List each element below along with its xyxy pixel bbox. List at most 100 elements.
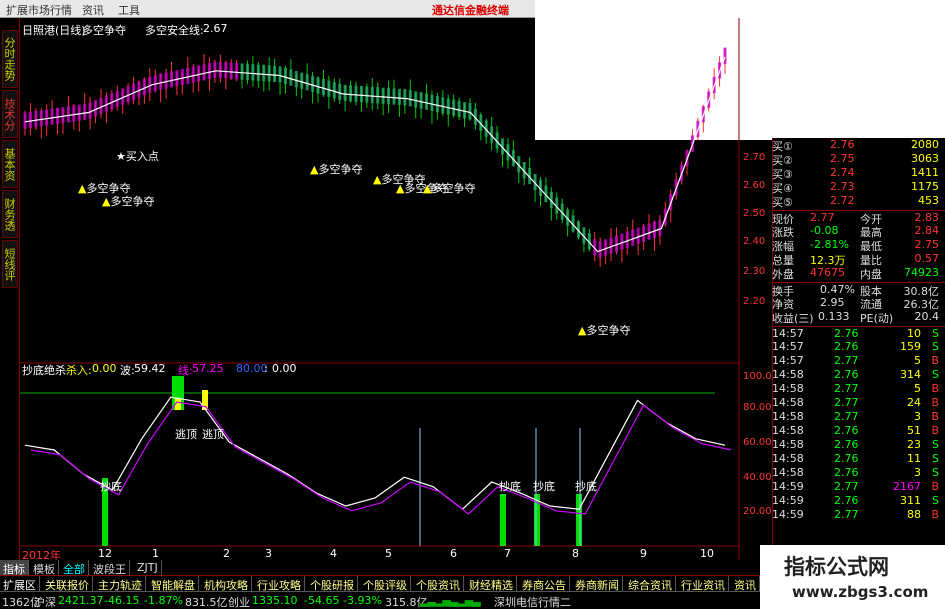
- tab-info-3[interactable]: 智能解盘: [148, 576, 199, 592]
- bid-row: 买① 2.76 2080: [772, 138, 945, 153]
- sub-chart-name: 抄底绝杀: [22, 364, 66, 377]
- tab-info-7[interactable]: 个股评级: [360, 576, 411, 592]
- tab-template[interactable]: 模板: [30, 560, 59, 576]
- tab-info-2[interactable]: 主力轨迹: [95, 576, 146, 592]
- tab-info-0[interactable]: 扩展区: [0, 576, 40, 592]
- band-segment: [278, 66, 282, 83]
- stat-row: 总量 12.3万 量比 0.57: [772, 252, 945, 267]
- tick-row: 14:58 2.76 51 B: [772, 424, 945, 437]
- tick-row: 14:57 2.76 10 S: [772, 326, 945, 340]
- band-segment: [153, 74, 157, 92]
- tick-volume: 2167: [893, 480, 921, 493]
- bid-volume: 1411: [911, 166, 939, 179]
- tab-info-9[interactable]: 财经精选: [466, 576, 517, 592]
- signal-label: ▲多空争夺: [102, 195, 155, 208]
- band-segment: [229, 62, 233, 79]
- tab-indicator[interactable]: 指标: [0, 560, 29, 576]
- stat-value: 20.4: [914, 310, 940, 323]
- tick-price: 2.76: [834, 494, 859, 507]
- band-segment: [305, 74, 309, 91]
- tab-wave-king[interactable]: 波段王: [90, 560, 130, 576]
- band-segment: [403, 89, 407, 106]
- tab-info-8[interactable]: 个股资讯: [413, 576, 464, 592]
- side-tabs: 分时走势 技术分析 基本资料 财务透视 短线评级: [0, 18, 20, 560]
- sub-y-tick: 100.0: [743, 371, 772, 382]
- sub-k-line: [24, 396, 726, 510]
- tick-price: 2.76: [834, 452, 859, 465]
- top-tag: 逃顶: [175, 428, 197, 441]
- side-tab-technical[interactable]: 技术分析: [2, 90, 18, 138]
- side-tab-rating[interactable]: 短线评级: [2, 240, 18, 288]
- tab-info-6[interactable]: 个股研报: [307, 576, 358, 592]
- y-tick: 2.50: [743, 208, 766, 219]
- x-tick: 10: [700, 547, 714, 560]
- sub-field-value: 0.00: [272, 362, 297, 375]
- band-segment: [636, 227, 640, 244]
- x-tick: 5: [385, 547, 392, 560]
- bid-row: 买④ 2.73 1175: [772, 180, 945, 195]
- stat-label: 内盘: [860, 268, 882, 281]
- signal-bar: [576, 494, 582, 546]
- band-segment: [392, 88, 396, 105]
- stat-row: 收益(三) 0.133 PE(动) 20.4: [772, 310, 945, 325]
- tick-price: 2.76: [834, 327, 859, 340]
- x-tick: 1: [152, 547, 159, 560]
- tab-info-11[interactable]: 券商新闻: [572, 576, 623, 592]
- watermark-url: www.zbgs3.com: [792, 583, 929, 601]
- band-segment: [256, 64, 260, 81]
- tick-price: 2.76: [834, 340, 859, 353]
- band-segment: [397, 88, 401, 106]
- chart-area[interactable]: 日照港(日线) 多空争夺 多空安全线: 2.67 ★买入点 ▲多空争夺 ▲多空争…: [20, 18, 740, 562]
- stat-value: 47675: [810, 266, 845, 279]
- stat-row: 净资 2.95 流通 26.3亿: [772, 296, 945, 311]
- tick-volume: 314: [900, 368, 921, 381]
- tab-zjtj[interactable]: ZJTJ: [134, 560, 162, 575]
- band-segment: [45, 109, 49, 126]
- tab-info-1[interactable]: 关联报价: [42, 576, 93, 592]
- band-segment: [294, 71, 298, 88]
- bid-row: 买③ 2.74 1411: [772, 166, 945, 181]
- band-segment: [387, 88, 391, 105]
- tab-all[interactable]: 全部: [60, 560, 89, 576]
- tab-info-5[interactable]: 行业攻略: [254, 576, 305, 592]
- tab-info-14[interactable]: 资讯: [731, 576, 760, 592]
- tab-info-10[interactable]: 券商公告: [519, 576, 570, 592]
- tab-info-4[interactable]: 机构攻略: [201, 576, 252, 592]
- tick-time: 14:57: [772, 354, 804, 367]
- tick-time: 14:57: [772, 327, 804, 340]
- bottom-tag: 抄底: [499, 480, 521, 493]
- tick-price: 2.76: [834, 466, 859, 479]
- band-segment: [642, 225, 646, 242]
- sub-field-label: 杀入:: [66, 364, 92, 377]
- tab-info-12[interactable]: 综合资讯: [625, 576, 676, 592]
- tab-info-13[interactable]: 行业资讯: [678, 576, 729, 592]
- watermark-title: 指标公式网: [784, 554, 889, 579]
- band-segment: [631, 229, 635, 246]
- signal-bars-icon: ▂▃▂▄▃▂▄▃: [420, 594, 481, 607]
- tick-side: B: [931, 354, 939, 367]
- band-segment: [240, 63, 244, 80]
- menu-item-tools[interactable]: 工具: [118, 2, 140, 18]
- sub-field-label: :: [264, 362, 268, 375]
- x-tick: 9: [640, 547, 647, 560]
- band-segment: [224, 62, 228, 79]
- y-tick: 2.70: [743, 152, 766, 163]
- stat-label: PE(动): [860, 312, 894, 325]
- y-tick: 2.60: [743, 180, 766, 191]
- side-tab-fundamentals[interactable]: 基本资料: [2, 140, 18, 188]
- band-segment: [452, 99, 456, 116]
- band-segment: [175, 70, 179, 87]
- tick-time: 14:58: [772, 368, 804, 381]
- band-segment: [170, 71, 174, 88]
- side-tab-intraday[interactable]: 分时走势: [2, 30, 18, 88]
- tick-side: S: [932, 438, 939, 451]
- menu-item-market[interactable]: 扩展市场行情: [6, 2, 72, 18]
- sub-field-value: 59.42: [134, 362, 166, 375]
- tick-time: 14:58: [772, 438, 804, 451]
- sh-change: -46.15: [104, 594, 140, 607]
- menu-item-news[interactable]: 资讯: [82, 2, 104, 18]
- band-segment: [164, 72, 168, 89]
- tick-time: 14:58: [772, 382, 804, 395]
- side-tab-finance[interactable]: 财务透视: [2, 190, 18, 238]
- tick-price: 2.77: [834, 382, 859, 395]
